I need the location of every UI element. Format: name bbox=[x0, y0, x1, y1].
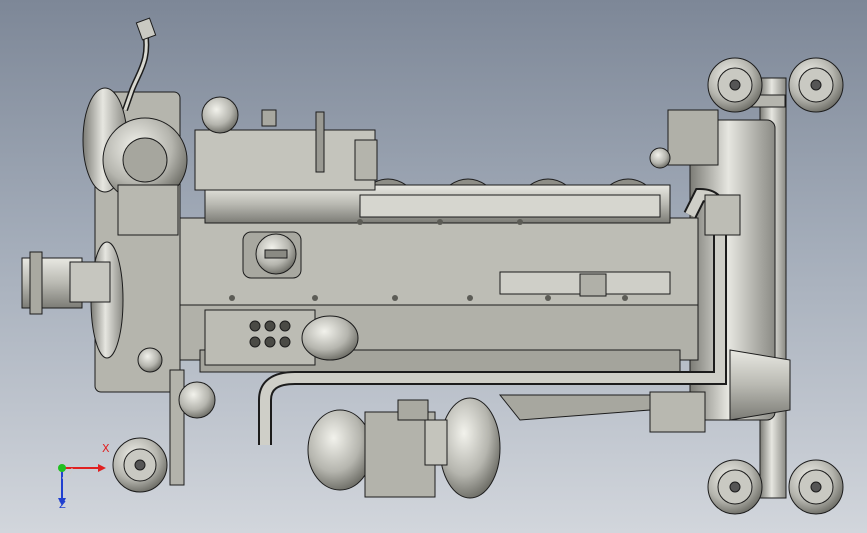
y-axis-dot bbox=[58, 464, 66, 472]
graphics-viewport[interactable]: X Z bbox=[0, 0, 867, 533]
breather-cap bbox=[201, 96, 239, 134]
engine-model[interactable] bbox=[0, 0, 867, 533]
flywheel-cone bbox=[729, 349, 791, 421]
x-axis-label: X bbox=[102, 442, 110, 455]
turbo-compressor bbox=[307, 409, 373, 491]
intake-manifold bbox=[194, 129, 376, 191]
orientation-triad: X Z bbox=[40, 442, 120, 523]
oil-filler-cap bbox=[242, 231, 302, 279]
front-bottom-foot bbox=[112, 437, 168, 493]
turbo-turbine bbox=[439, 397, 501, 499]
front-mount-bracket bbox=[169, 369, 185, 486]
rear-top-right-foot bbox=[788, 57, 844, 113]
rear-bottom-right-foot bbox=[788, 459, 844, 515]
fuel-pump bbox=[204, 309, 316, 366]
rear-top-left-foot bbox=[707, 57, 763, 113]
z-axis-label: Z bbox=[59, 500, 66, 511]
rear-bottom-left-foot bbox=[707, 459, 763, 515]
